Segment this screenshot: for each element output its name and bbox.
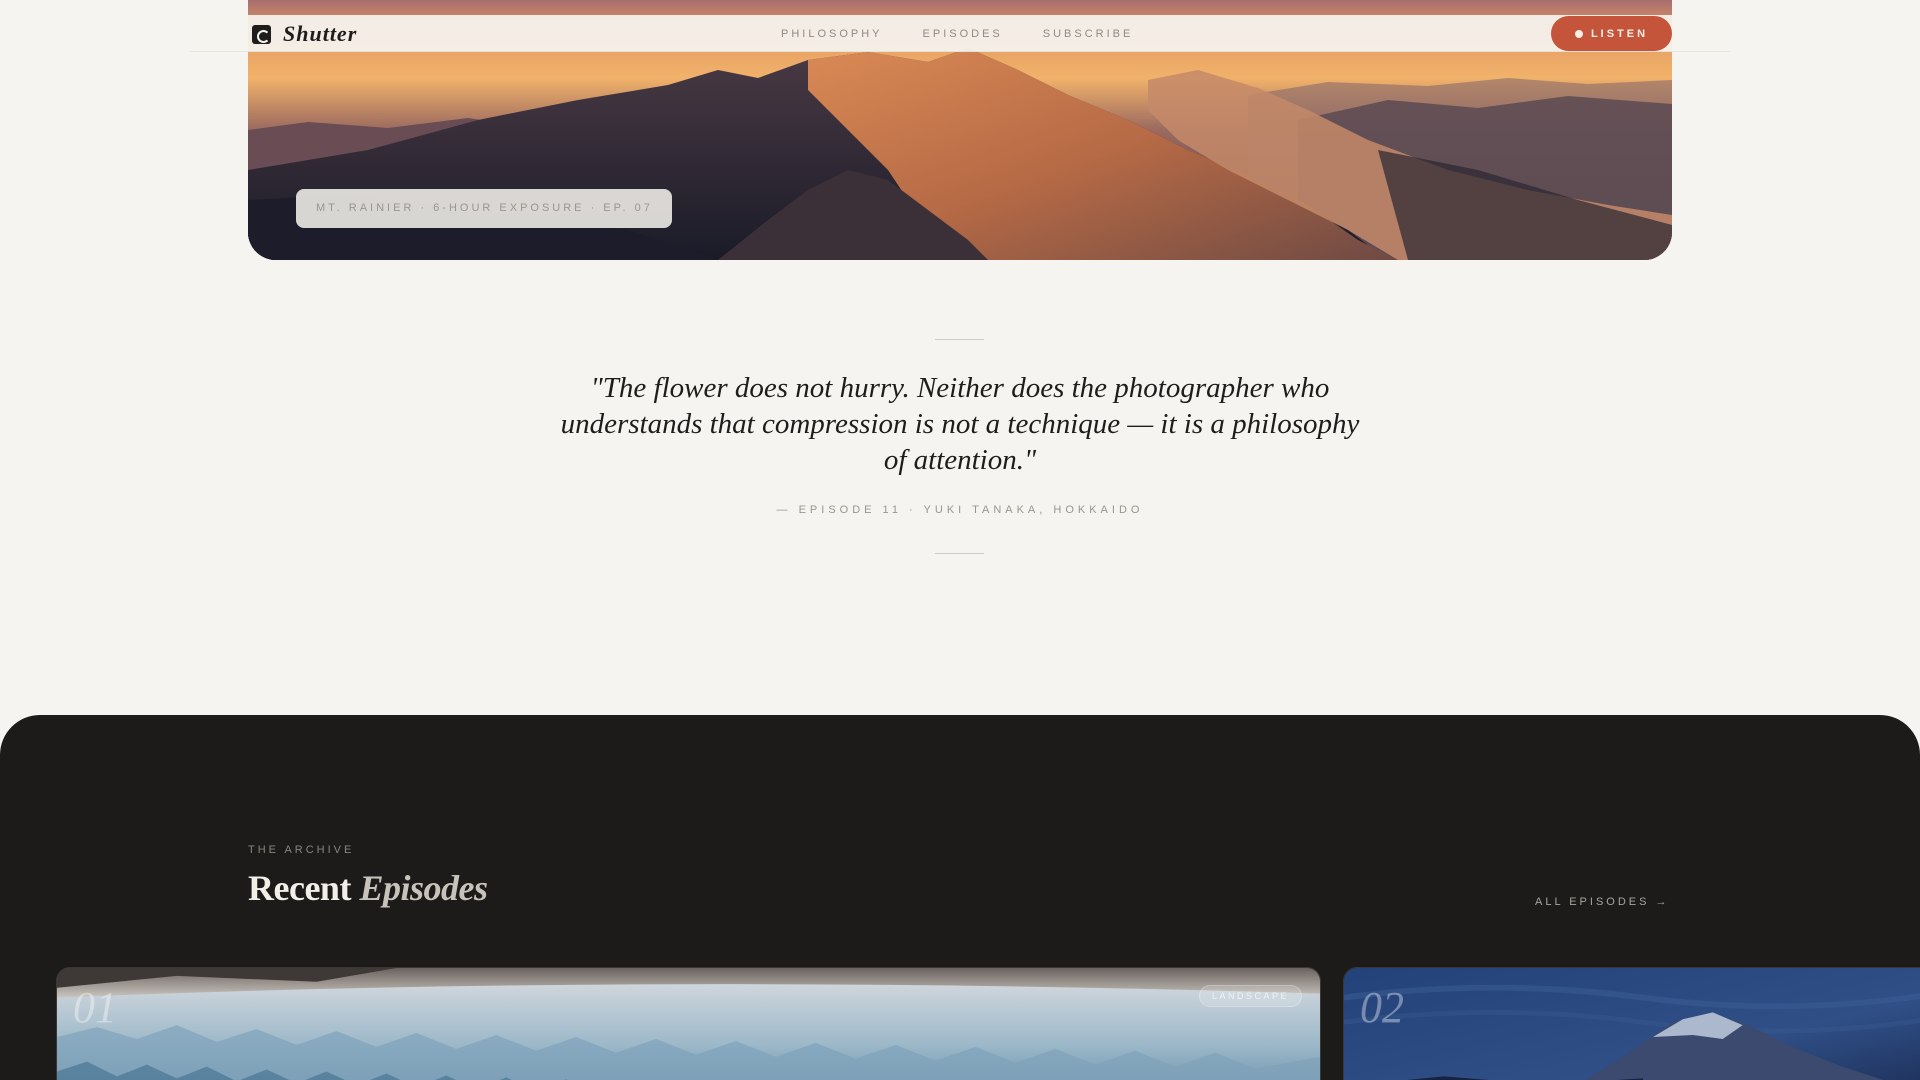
brand-logo[interactable]: Shutter [252,21,357,47]
glacier-image [57,968,1320,1080]
nav-link-philosophy[interactable]: PHILOSOPHY [781,28,883,40]
all-episodes-link[interactable]: ALL EPISODES → [1535,896,1670,908]
top-navigation: Shutter PHILOSOPHY EPISODES SUBSCRIBE LI… [190,15,1730,52]
episode-number: 02 [1360,983,1404,1032]
episode-card[interactable]: 02 [1343,967,1920,1080]
pull-quote: "The flower does not hurry. Neither does… [560,372,1360,476]
nav-link-subscribe[interactable]: SUBSCRIBE [1043,28,1134,40]
listen-label: LISTEN [1590,27,1649,40]
night-mountain-image [1344,968,1920,1080]
quote-divider-bottom [935,553,984,554]
quote-attribution: — EPISODE 11 · YUKI TANAKA, HOKKAIDO [776,504,1144,516]
archive-section: THE ARCHIVE Recent Episodes ALL EPISODES… [0,715,1920,1080]
archive-eyebrow: THE ARCHIVE [248,844,355,856]
archive-title-italic: Episodes [359,868,488,908]
brand-name: Shutter [283,21,358,46]
listen-button[interactable]: LISTEN [1551,16,1672,51]
episode-number: 01 [73,983,117,1032]
nav-links: PHILOSOPHY EPISODES SUBSCRIBE [781,15,1133,52]
quote-divider-top [935,339,984,340]
archive-title: Recent Episodes [248,867,488,909]
episode-card[interactable]: 01 LANDSCAPE [56,967,1321,1080]
shutter-aperture-icon [252,24,271,44]
category-tag: LANDSCAPE [1198,985,1302,1007]
hero-caption: MT. RAINIER · 6-HOUR EXPOSURE · EP. 07 [296,189,672,228]
archive-title-plain: Recent [248,868,351,908]
nav-link-episodes[interactable]: EPISODES [923,28,1003,40]
dot-icon [1574,29,1583,38]
